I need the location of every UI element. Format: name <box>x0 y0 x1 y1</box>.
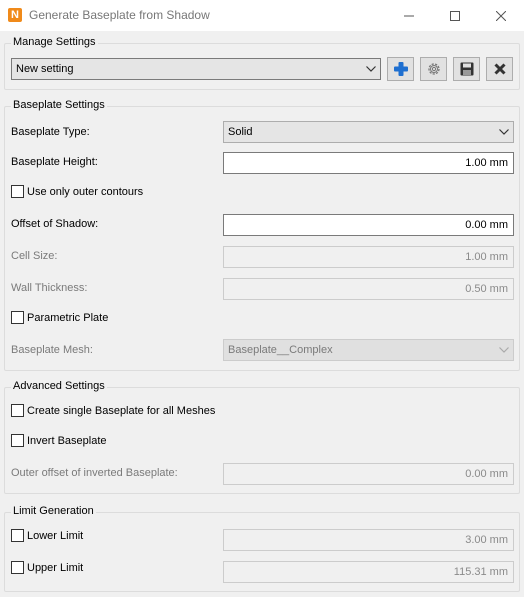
add-setting-button[interactable] <box>387 57 414 81</box>
lower-limit-label: Lower Limit <box>27 529 84 542</box>
cell-size-input[interactable]: 1.00 mm <box>223 246 514 268</box>
invert-baseplate-label: Invert Baseplate <box>27 434 107 447</box>
upper-limit-input[interactable]: 115.31 mm <box>223 561 514 583</box>
offset-of-shadow-label: Offset of Shadow: <box>11 218 99 230</box>
lower-limit-input[interactable]: 3.00 mm <box>223 529 514 551</box>
cell-size-label: Cell Size: <box>11 250 58 262</box>
single-baseplate-checkbox[interactable]: Create single Baseplate for all Meshes <box>11 404 215 417</box>
baseplate-mesh-value: Baseplate__Complex <box>228 344 333 356</box>
checkbox-box <box>11 529 24 542</box>
wall-thickness-label: Wall Thickness: <box>11 282 88 294</box>
outer-contours-label: Use only outer contours <box>27 185 144 198</box>
parametric-plate-label: Parametric Plate <box>27 311 109 324</box>
lower-limit-checkbox[interactable]: Lower Limit <box>11 529 83 542</box>
maximize-icon <box>450 10 460 21</box>
wall-thickness-input[interactable]: 0.50 mm <box>223 278 514 300</box>
upper-limit-checkbox[interactable]: Upper Limit <box>11 561 83 574</box>
baseplate-type-value: Solid <box>228 126 253 138</box>
settings-select[interactable]: New setting <box>11 58 381 80</box>
outer-offset-label: Outer offset of inverted Baseplate: <box>11 467 178 479</box>
single-baseplate-label: Create single Baseplate for all Meshes <box>27 404 216 417</box>
minimize-button[interactable] <box>386 0 432 31</box>
delete-icon <box>493 63 506 75</box>
manage-settings-title: Manage Settings <box>11 36 98 48</box>
baseplate-height-label: Baseplate Height: <box>11 156 98 168</box>
save-icon <box>460 62 473 76</box>
close-icon <box>496 10 506 21</box>
delete-setting-button[interactable] <box>486 57 513 81</box>
chevron-down-icon <box>499 347 509 353</box>
baseplate-mesh-select[interactable]: Baseplate__Complex <box>223 339 514 361</box>
checkbox-box <box>11 434 24 447</box>
app-logo-icon: N <box>8 8 22 22</box>
outer-offset-input[interactable]: 0.00 mm <box>223 463 514 485</box>
baseplate-settings-title: Baseplate Settings <box>11 99 107 111</box>
baseplate-mesh-label: Baseplate Mesh: <box>11 344 93 356</box>
settings-options-button[interactable] <box>420 57 447 81</box>
chevron-down-icon <box>499 129 509 135</box>
minimize-icon <box>404 15 414 16</box>
limit-generation-title: Limit Generation <box>11 505 96 517</box>
advanced-settings-title: Advanced Settings <box>11 380 107 392</box>
invert-baseplate-checkbox[interactable]: Invert Baseplate <box>11 434 107 447</box>
baseplate-type-select[interactable]: Solid <box>223 121 514 143</box>
baseplate-settings-group: Baseplate Settings <box>4 99 520 371</box>
add-icon <box>393 62 408 76</box>
chevron-down-icon <box>366 66 376 72</box>
close-button[interactable] <box>478 0 524 31</box>
outer-contours-checkbox[interactable]: Use only outer contours <box>11 185 143 198</box>
upper-limit-label: Upper Limit <box>27 561 84 574</box>
baseplate-type-label: Baseplate Type: <box>11 126 90 138</box>
save-setting-button[interactable] <box>453 57 480 81</box>
checkbox-box <box>11 185 24 198</box>
maximize-button[interactable] <box>432 0 478 31</box>
settings-select-value: New setting <box>16 63 74 75</box>
checkbox-box <box>11 404 24 417</box>
baseplate-height-input[interactable]: 1.00 mm <box>223 152 514 174</box>
gear-icon <box>427 63 440 75</box>
checkbox-box <box>11 561 24 574</box>
offset-of-shadow-input[interactable]: 0.00 mm <box>223 214 514 236</box>
title-bar: N Generate Baseplate from Shadow <box>0 0 524 31</box>
parametric-plate-checkbox[interactable]: Parametric Plate <box>11 311 108 324</box>
checkbox-box <box>11 311 24 324</box>
window-title: Generate Baseplate from Shadow <box>29 8 210 22</box>
